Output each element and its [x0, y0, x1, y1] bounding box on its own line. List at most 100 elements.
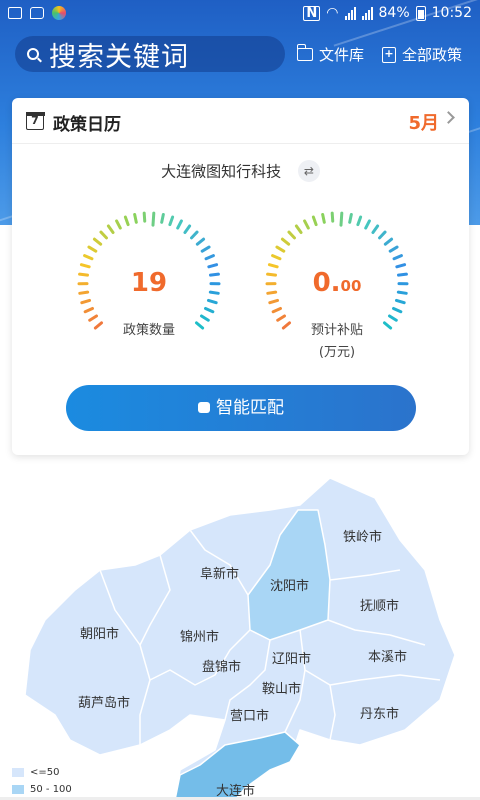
gauge-tick [123, 215, 130, 227]
gauge-tick [364, 219, 371, 230]
signal-icon-1 [344, 6, 356, 20]
gauge-tick [268, 298, 280, 305]
legend-swatch-mid [12, 785, 24, 794]
gauge-tick [115, 219, 122, 230]
city-label-fushun[interactable]: 抚顺市 [360, 595, 399, 614]
gauge-tick [142, 211, 147, 223]
city-label-tieling[interactable]: 铁岭市 [343, 526, 382, 545]
gauge-tick [330, 211, 335, 223]
all-policies-link[interactable]: + 全部政策 [382, 44, 462, 65]
gauge-tick [275, 245, 286, 253]
gauge-tick [195, 237, 206, 246]
gauge-tick [87, 245, 98, 253]
gauge-tick [271, 306, 282, 314]
smart-match-button[interactable]: 智能匹配 [66, 385, 416, 431]
city-label-yingkou[interactable]: 营口市 [230, 705, 269, 724]
province-map-shape [24, 477, 456, 800]
battery-icon [415, 5, 426, 21]
city-label-jinzhou[interactable]: 锦州市 [180, 626, 219, 645]
estimated-subsidy-label: 预计补贴 (万元) [310, 323, 363, 360]
gauge-tick [168, 215, 175, 227]
gauge-tick [99, 230, 108, 240]
gauge-tick [206, 298, 218, 305]
gauge-tick [395, 263, 407, 269]
nfc-icon: N [303, 5, 321, 21]
calendar-card-header[interactable]: 7 政策日历 5月 [12, 98, 469, 144]
gauge-tick [392, 254, 403, 261]
message-notification-icon [30, 7, 44, 19]
liaoning-policy-map[interactable]: 铁岭市 阜新市 沈阳市 抚顺市 朝阳市 锦州市 辽阳市 本溪市 盘锦市 鞍山市 … [0, 470, 480, 800]
gauge-tick [392, 306, 403, 314]
city-label-fuxin[interactable]: 阜新市 [200, 563, 239, 582]
city-label-anshan[interactable]: 鞍山市 [262, 678, 301, 697]
battery-percent: 84% [378, 5, 410, 21]
calendar-icon: 7 [25, 111, 45, 130]
policy-calendar-card: 7 政策日历 5月 大连微图知行科技 ⇄ 19 政策数量 0.00 预计补贴 (… [12, 98, 469, 455]
gauge-tick [280, 237, 291, 246]
policy-count-value: 19 [130, 268, 168, 298]
estimated-subsidy-value: 0.00 [312, 268, 362, 298]
legend-label-mid: 50 - 100 [30, 784, 72, 795]
status-bar: N ◠ 84% 10:52 [0, 0, 480, 30]
gauge-tick [207, 263, 219, 269]
gauge-tick [294, 224, 303, 234]
signal-icon-2 [361, 6, 373, 20]
calendar-month[interactable]: 5月 [408, 109, 439, 135]
chevron-right-icon[interactable] [442, 111, 455, 124]
gauge-tick [79, 263, 91, 269]
city-label-liaoyang[interactable]: 辽阳市 [272, 648, 311, 667]
city-label-huludao[interactable]: 葫芦岛市 [78, 692, 130, 711]
city-label-shenyang[interactable]: 沈阳市 [270, 575, 309, 594]
gauge-tick [371, 224, 380, 234]
gauge-tick [383, 237, 394, 246]
folder-icon [296, 44, 313, 61]
gauge-tick [303, 219, 310, 230]
gauge-tick [183, 224, 192, 234]
company-selector[interactable]: 大连微图知行科技 ⇄ [12, 160, 469, 182]
estimated-subsidy-gauge[interactable]: 0.00 预计补贴 (万元) [262, 208, 412, 360]
city-label-dandong[interactable]: 丹东市 [360, 703, 399, 722]
calendar-title: 政策日历 [53, 115, 121, 135]
gauge-tick [200, 245, 211, 253]
robot-icon [198, 401, 210, 413]
legend-swatch-low [12, 768, 24, 777]
all-policies-label: 全部政策 [402, 46, 463, 64]
gauge-tick [356, 215, 363, 227]
gauge-tick [394, 298, 406, 305]
gauge-tick [106, 224, 115, 234]
file-library-label: 文件库 [319, 46, 365, 64]
gauge-tick [287, 230, 296, 240]
wifi-icon: ◠ [326, 5, 339, 21]
gauge-tick [378, 230, 387, 240]
legend-label-low: <=50 [30, 767, 60, 778]
gauge-tick [348, 212, 353, 224]
gauge-tick [176, 219, 183, 230]
app-notification-icon [52, 6, 66, 20]
gauge-tick [80, 298, 92, 305]
smart-match-label: 智能匹配 [216, 398, 284, 418]
gauge-tick [321, 212, 326, 224]
city-label-chaoyang[interactable]: 朝阳市 [80, 623, 119, 642]
policy-count-label: 政策数量 [122, 323, 175, 338]
gauge-tick [204, 306, 215, 314]
city-label-benxi[interactable]: 本溪市 [368, 646, 407, 665]
policy-count-gauge[interactable]: 19 政策数量 [74, 208, 224, 358]
gauge-tick [271, 254, 282, 261]
search-placeholder: 搜索关键词 [49, 41, 189, 73]
gallery-notification-icon [8, 7, 22, 19]
gauge-tick [204, 254, 215, 261]
search-bar[interactable]: 搜索关键词 [15, 36, 285, 73]
company-name: 大连微图知行科技 [161, 162, 282, 181]
gauge-tick [190, 230, 199, 240]
search-icon [27, 48, 39, 60]
gauge-tick [388, 245, 399, 253]
switch-company-icon[interactable]: ⇄ [297, 160, 320, 182]
legend-item-low: <=50 [12, 767, 59, 778]
gauge-tick [83, 254, 94, 261]
clock: 10:52 [431, 5, 472, 21]
city-label-panjin[interactable]: 盘锦市 [202, 656, 241, 675]
gauge-tick [83, 306, 94, 314]
file-library-link[interactable]: 文件库 [296, 44, 365, 65]
gauge-tick [339, 211, 344, 227]
gauge-tick [92, 237, 103, 246]
